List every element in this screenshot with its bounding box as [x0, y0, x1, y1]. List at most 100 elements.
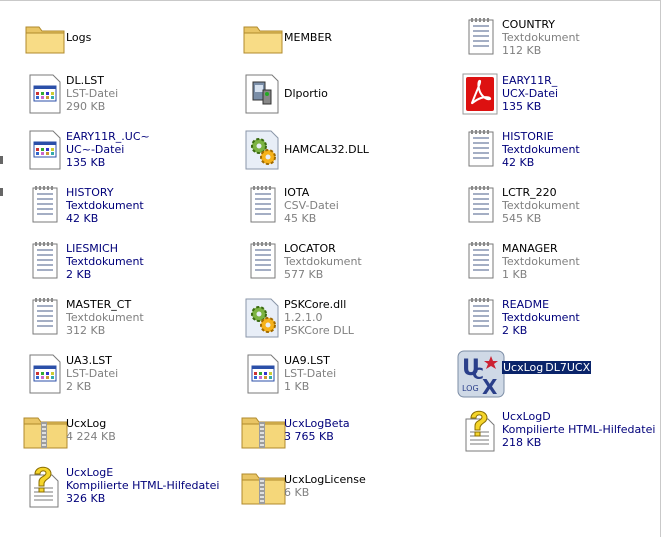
- file-size: 545 KB: [502, 212, 542, 225]
- file-meta: MASTER_CT Textdokument 312 KB: [66, 298, 234, 337]
- file-type: UC~-Datei: [66, 143, 125, 156]
- file-name: UA9.LST: [284, 354, 330, 367]
- file-meta: MANAGER Textdokument 1 KB: [502, 242, 661, 281]
- text-document-icon: [457, 126, 505, 174]
- dll-gears-icon: [239, 126, 287, 174]
- file-name: Dlportio: [284, 87, 328, 100]
- svg-text:LOG: LOG: [462, 384, 479, 393]
- file-type: Textdokument: [502, 311, 580, 324]
- file-item[interactable]: U C X LOG UcxLog DL7UCX: [454, 348, 661, 400]
- file-meta: UA3.LST LST-Datei 2 KB: [66, 354, 234, 393]
- file-size: 6 KB: [284, 486, 310, 499]
- file-type: Textdokument: [284, 255, 362, 268]
- file-size: 42 KB: [66, 212, 99, 225]
- window-file-icon: [21, 126, 69, 174]
- file-meta: MEMBER: [284, 31, 452, 44]
- file-meta: README Textdokument 2 KB: [502, 298, 661, 337]
- file-item[interactable]: UA9.LST LST-Datei 1 KB: [236, 348, 451, 400]
- file-meta: Logs: [66, 31, 234, 44]
- driver-file-icon: [239, 70, 287, 118]
- pane-top-border: [0, 0, 661, 1]
- file-item[interactable]: LOCATOR Textdokument 577 KB: [236, 236, 451, 288]
- file-item[interactable]: LIESMICH Textdokument 2 KB: [18, 236, 233, 288]
- file-name: MANAGER: [502, 242, 558, 255]
- file-size: 577 KB: [284, 268, 324, 281]
- file-name: UcxLogBeta: [284, 417, 350, 430]
- file-item[interactable]: COUNTRY Textdokument 112 KB: [454, 12, 661, 64]
- file-size: 2 KB: [66, 380, 92, 393]
- file-name: LIESMICH: [66, 242, 118, 255]
- file-name: UcxLogE: [66, 466, 114, 479]
- file-item[interactable]: README Textdokument 2 KB: [454, 292, 661, 344]
- file-name: README: [502, 298, 550, 311]
- file-item[interactable]: Logs: [18, 12, 233, 64]
- file-item[interactable]: Dlportio: [236, 68, 451, 120]
- help-file-icon: [21, 462, 69, 510]
- file-item[interactable]: DL.LST LST-Datei 290 KB: [18, 68, 233, 120]
- file-meta: PSKCore.dll 1.2.1.0 PSKCore DLL: [284, 298, 452, 337]
- file-meta: UcxLogE Kompilierte HTML-Hilfedatei 326 KB: [66, 466, 234, 505]
- file-item[interactable]: IOTA CSV-Datei 45 KB: [236, 180, 451, 232]
- file-size: 312 KB: [66, 324, 106, 337]
- file-item[interactable]: MEMBER: [236, 12, 451, 64]
- file-type: Textdokument: [66, 199, 144, 212]
- window-file-icon: [239, 350, 287, 398]
- folder-icon: [21, 14, 69, 62]
- file-meta: UcxLog DL7UCX: [502, 361, 661, 374]
- file-item[interactable]: HAMCAL32.DLL: [236, 124, 451, 176]
- file-item[interactable]: HISTORIE Textdokument 42 KB: [454, 124, 661, 176]
- file-item[interactable]: UcxLog 4 224 KB: [18, 404, 233, 456]
- file-item[interactable]: UcxLogE Kompilierte HTML-Hilfedatei 326 KB: [18, 460, 233, 512]
- file-meta: HAMCAL32.DLL: [284, 143, 452, 156]
- file-item[interactable]: UcxLogBeta 3 765 KB: [236, 404, 451, 456]
- file-item[interactable]: MASTER_CT Textdokument 312 KB: [18, 292, 233, 344]
- zip-folder-icon: [239, 406, 287, 454]
- file-type: Kompilierte HTML-Hilfedatei: [502, 423, 656, 436]
- file-type: Kompilierte HTML-Hilfedatei: [66, 479, 220, 492]
- file-type: UCX-Datei: [502, 87, 559, 100]
- file-name: IOTA: [284, 186, 310, 199]
- file-size: 1 KB: [284, 380, 310, 393]
- file-type: Textdokument: [502, 31, 580, 44]
- file-item[interactable]: HISTORY Textdokument 42 KB: [18, 180, 233, 232]
- file-item[interactable]: EARY11R_ UCX-Datei 135 KB: [454, 68, 661, 120]
- file-type: Textdokument: [66, 311, 144, 324]
- file-size: PSKCore DLL: [284, 324, 354, 337]
- zip-folder-icon: [21, 406, 69, 454]
- file-meta: EARY11R_.UC~ UC~-Datei 135 KB: [66, 130, 234, 169]
- file-size: 135 KB: [66, 156, 106, 169]
- file-item[interactable]: UcxLogLicense 6 KB: [236, 460, 451, 512]
- pane-left-tick: [0, 188, 3, 196]
- file-size: 112 KB: [502, 44, 542, 57]
- file-item[interactable]: PSKCore.dll 1.2.1.0 PSKCore DLL: [236, 292, 451, 344]
- ucx-logo-icon: U C X LOG: [457, 350, 505, 398]
- pdf-icon: [457, 70, 505, 118]
- text-document-icon: [457, 182, 505, 230]
- file-item[interactable]: UA3.LST LST-Datei 2 KB: [18, 348, 233, 400]
- file-size: 45 KB: [284, 212, 317, 225]
- file-item[interactable]: EARY11R_.UC~ UC~-Datei 135 KB: [18, 124, 233, 176]
- file-name: PSKCore.dll: [284, 298, 347, 311]
- file-name: UcxLog: [502, 361, 545, 374]
- window-file-icon: [21, 70, 69, 118]
- file-name: EARY11R_.UC~: [66, 130, 150, 143]
- file-item[interactable]: UcxLogD Kompilierte HTML-Hilfedatei 218 KB: [454, 404, 661, 456]
- file-type: LST-Datei: [284, 367, 337, 380]
- text-document-icon: [457, 238, 505, 286]
- file-meta: HISTORIE Textdokument 42 KB: [502, 130, 661, 169]
- file-name: HISTORY: [66, 186, 114, 199]
- window-file-icon: [21, 350, 69, 398]
- file-meta: IOTA CSV-Datei 45 KB: [284, 186, 452, 225]
- text-document-icon: [21, 238, 69, 286]
- file-name: LCTR_220: [502, 186, 557, 199]
- file-item[interactable]: MANAGER Textdokument 1 KB: [454, 236, 661, 288]
- help-file-icon: [457, 406, 505, 454]
- file-item[interactable]: LCTR_220 Textdokument 545 KB: [454, 180, 661, 232]
- file-type: Textdokument: [502, 199, 580, 212]
- file-name: EARY11R_: [502, 74, 558, 87]
- file-name: MASTER_CT: [66, 298, 132, 311]
- file-meta: LOCATOR Textdokument 577 KB: [284, 242, 452, 281]
- file-meta: UA9.LST LST-Datei 1 KB: [284, 354, 452, 393]
- file-meta: UcxLogLicense 6 KB: [284, 473, 452, 499]
- text-document-icon: [21, 294, 69, 342]
